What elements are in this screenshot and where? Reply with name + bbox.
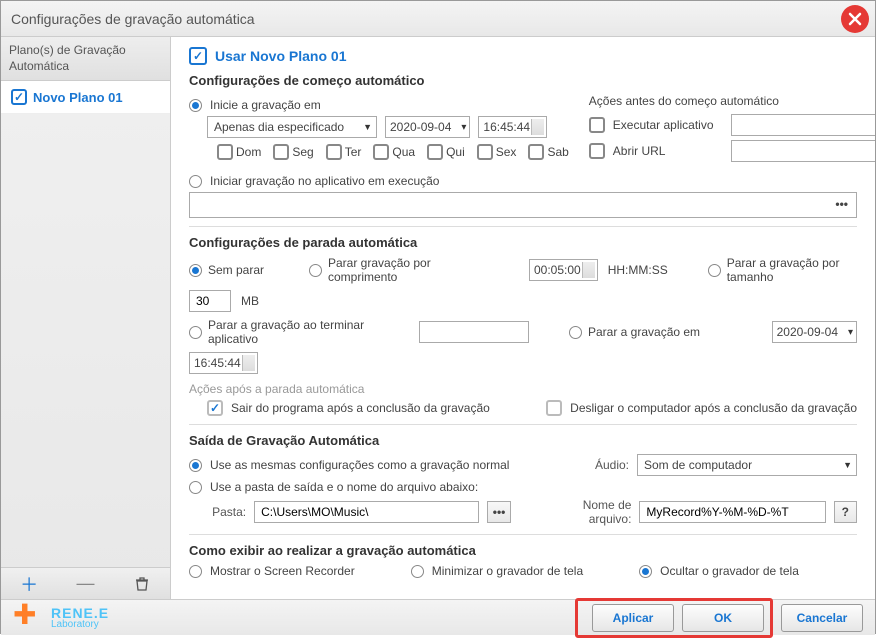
radio-start-at[interactable] [189,99,202,112]
start-section-title: Configurações de começo automático [189,73,857,88]
app-end-input[interactable] [419,321,529,343]
label-output-custom: Use a pasta de saída e o nome do arquivo… [210,480,478,494]
display-section-title: Como exibir ao realizar a gravação autom… [189,543,857,558]
window-title: Configurações de gravação automática [11,11,255,27]
highlight-box: Aplicar OK [575,598,773,638]
add-plan-button[interactable]: ＋ [19,574,39,594]
radio-start-running-app[interactable] [189,175,202,188]
output-section-title: Saída de Gravação Automática [189,433,857,448]
plan-checkbox-icon [11,89,27,105]
before-actions-title: Ações antes do começo automático [589,94,779,108]
sidebar-header: Plano(s) de Gravação Automática [1,37,170,81]
content-pane: Usar Novo Plano 01 Configurações de come… [171,37,875,599]
filename-input[interactable] [639,501,825,523]
radio-stop-at[interactable] [569,326,582,339]
delete-plan-button[interactable] [132,574,152,594]
logo: RENE.E Laboratory [13,602,109,634]
chk-shutdown[interactable] [546,400,562,416]
audio-label: Áudio: [595,458,629,472]
ellipsis-icon: ••• [835,197,848,211]
folder-label: Pasta: [207,505,246,519]
audio-select[interactable]: Som de computador [637,454,857,476]
weekday-row: Dom Seg Ter Qua Qui Sex Sab [217,144,569,160]
footer: RENE.E Laboratory Aplicar OK Cancelar [1,599,875,635]
browse-folder-button[interactable]: ••• [487,501,511,523]
use-plan-label: Usar Novo Plano 01 [215,48,347,64]
stop-section-title: Configurações de parada automática [189,235,857,250]
chk-qua[interactable] [373,144,389,160]
label-open-url: Abrir URL [613,144,723,158]
chk-open-url[interactable] [589,143,605,159]
sidebar-toolbar: ＋ — [1,567,170,599]
chk-ter[interactable] [326,144,342,160]
label-run-app: Executar aplicativo [613,118,723,132]
filename-help-button[interactable]: ? [834,501,858,523]
logo-line2: Laboratory [51,620,109,630]
open-url-input[interactable] [731,140,875,162]
title-bar: Configurações de gravação automática [1,1,875,37]
size-input[interactable] [189,290,231,312]
close-button[interactable] [841,5,869,33]
frequency-select[interactable]: Apenas dia especificado [207,116,377,138]
label-shutdown: Desligar o computador após a conclusão d… [570,401,857,415]
logo-cross-icon [13,602,45,634]
chk-dom[interactable] [217,144,233,160]
label-start-at: Inicie a gravação em [210,98,321,112]
use-plan-checkbox[interactable] [189,47,207,65]
chk-sex[interactable] [477,144,493,160]
chk-seg[interactable] [273,144,289,160]
run-app-input[interactable] [731,114,875,136]
sidebar: Plano(s) de Gravação Automática Novo Pla… [1,37,171,599]
label-start-running-app: Iniciar gravação no aplicativo em execuç… [210,174,439,188]
radio-size[interactable] [708,264,721,277]
radio-display-hide[interactable] [639,565,652,578]
chk-exit-program[interactable] [207,400,223,416]
radio-nonstop[interactable] [189,264,202,277]
trash-icon [134,576,150,592]
apply-button[interactable]: Aplicar [592,604,674,632]
radio-duration[interactable] [309,264,322,277]
logo-line1: RENE.E [51,606,109,620]
filename-label: Nome de arquivo: [539,498,632,526]
remove-plan-button[interactable]: — [75,574,95,594]
close-icon [848,12,862,26]
label-exit-program: Sair do programa após a conclusão da gra… [231,401,490,415]
ok-button[interactable]: OK [682,604,764,632]
stop-time-input[interactable]: 16:45:44 [189,352,258,374]
plan-label: Novo Plano 01 [33,90,123,105]
radio-output-same[interactable] [189,459,202,472]
chk-run-app[interactable] [589,117,605,133]
chk-sab[interactable] [528,144,544,160]
size-unit: MB [241,294,259,308]
radio-display-min[interactable] [411,565,424,578]
cancel-button[interactable]: Cancelar [781,604,863,632]
plan-list-item[interactable]: Novo Plano 01 [1,81,170,114]
chk-qui[interactable] [427,144,443,160]
stop-date-input[interactable]: 2020-09-04 [772,321,857,343]
hhmmss-label: HH:MM:SS [608,263,668,277]
radio-display-show[interactable] [189,565,202,578]
after-actions-title: Ações após a parada automática [189,382,857,396]
radio-output-custom[interactable] [189,481,202,494]
start-time-input[interactable]: 16:45:44 [478,116,547,138]
start-date-input[interactable]: 2020-09-04 [385,116,470,138]
folder-input[interactable] [254,501,479,523]
duration-input[interactable]: 00:05:00 [529,259,598,281]
radio-app-end[interactable] [189,326,202,339]
running-app-input[interactable]: ••• [189,192,857,218]
label-output-same: Use as mesmas configurações como a grava… [210,458,509,472]
